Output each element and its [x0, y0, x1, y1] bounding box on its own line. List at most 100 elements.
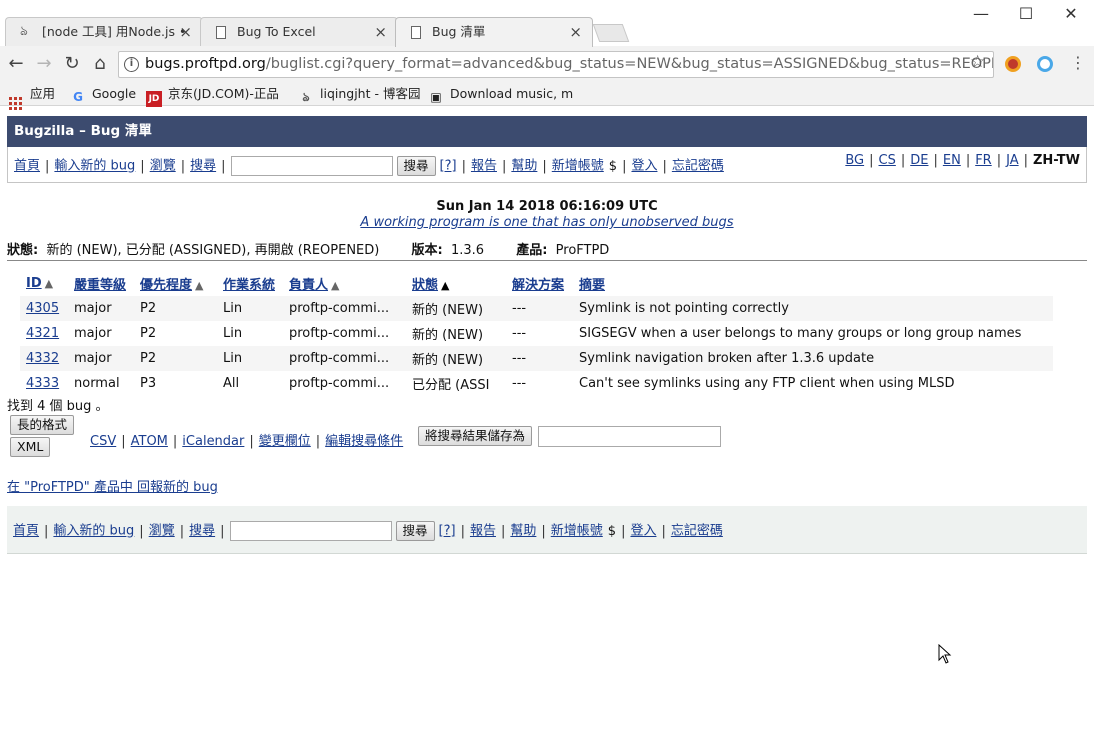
language-selector: BG | CS | DE | EN | FR | JA | ZH-TW — [845, 153, 1080, 168]
xml-button[interactable]: XML — [10, 437, 51, 457]
bug-id-link[interactable]: 4321 — [26, 326, 59, 341]
browser-menu-icon[interactable]: ⋮ — [1070, 54, 1086, 72]
bookmark-apps[interactable]: 应用 — [9, 85, 55, 110]
column-sort-link[interactable]: 解決方案 — [512, 278, 564, 293]
bug-os: Lin — [217, 346, 283, 371]
lang-cs[interactable]: CS — [879, 153, 896, 168]
home-icon[interactable]: ⌂ — [89, 53, 111, 75]
column-sort-link[interactable]: 負責人 — [289, 278, 328, 293]
nav-browse-link[interactable]: 瀏覽 — [149, 524, 175, 539]
browser-tab-node-tools[interactable]: ঌ [node 工具] 用Node.js • × — [5, 17, 203, 46]
nav-search-link[interactable]: 搜尋 — [190, 159, 216, 174]
quicksearch-button[interactable]: 搜尋 — [396, 156, 436, 176]
bug-id-link[interactable]: 4332 — [26, 351, 59, 366]
extension-icon[interactable] — [1005, 56, 1021, 72]
quicksearch-input[interactable] — [229, 521, 392, 541]
bug-assignee: proftp-commi... — [289, 376, 390, 391]
bookmark-star-icon[interactable]: ☆ — [970, 52, 985, 72]
column-sort-link[interactable]: 狀態 — [412, 278, 438, 293]
lang-en[interactable]: EN — [943, 153, 961, 168]
new-tab-button[interactable] — [592, 24, 630, 42]
export-icalendar-link[interactable]: iCalendar — [182, 434, 244, 449]
column-header-priority[interactable]: 優先程度 ▲ — [134, 270, 217, 296]
column-sort-link[interactable]: 優先程度 — [140, 278, 192, 293]
column-sort-link[interactable]: 作業系統 — [223, 278, 275, 293]
url-path: /buglist.cgi?query_format=advanced&bug_s… — [265, 56, 994, 72]
quicksearch-help-link[interactable]: [?] — [440, 159, 457, 174]
nav-help-link[interactable]: 幫助 — [510, 524, 536, 539]
quicksearch-button[interactable]: 搜尋 — [395, 521, 435, 541]
reload-icon[interactable]: ↻ — [61, 53, 83, 75]
extension-ring-icon[interactable] — [1037, 56, 1053, 72]
column-header-resolution[interactable]: 解決方案 — [506, 270, 573, 296]
maximize-icon[interactable]: ☐ — [1003, 4, 1049, 23]
nav-new-bug-link[interactable]: 輸入新的 bug — [54, 159, 135, 174]
close-window-icon[interactable]: ✕ — [1048, 4, 1094, 23]
export-csv-link[interactable]: CSV — [90, 434, 116, 449]
sort-arrow-icon: ▲ — [331, 279, 340, 292]
close-tab-icon[interactable]: × — [374, 18, 387, 46]
nav-new-account-link[interactable]: 新增帳號 — [551, 524, 603, 539]
change-columns-link[interactable]: 變更欄位 — [259, 434, 311, 449]
footer-nav: 首頁 | 輸入新的 bug | 瀏覽 | 搜尋 | 搜尋 [?] | 報告 | 幫助 | 新增帳號 $ | 登入 | 忘… — [7, 506, 1087, 554]
bug-id-link[interactable]: 4333 — [26, 376, 59, 391]
bug-priority: P3 — [134, 371, 217, 396]
nav-login-link[interactable]: 登入 — [630, 524, 656, 539]
column-header-status[interactable]: 狀態 ▲ — [406, 270, 506, 296]
nav-browse-link[interactable]: 瀏覽 — [150, 159, 176, 174]
top-nav: 首頁 | 輸入新的 bug | 瀏覽 | 搜尋 | 搜尋 [?] | 報告 | 幫助 | 新增帳號 $ | 登入 | 忘… — [7, 147, 1087, 183]
info-icon[interactable]: i — [124, 57, 139, 72]
lang-ja[interactable]: JA — [1006, 153, 1019, 168]
edit-search-link[interactable]: 編輯搜尋條件 — [325, 434, 403, 449]
nav-reports-link[interactable]: 報告 — [471, 159, 497, 174]
lang-de[interactable]: DE — [910, 153, 928, 168]
quicksearch-input[interactable] — [230, 156, 393, 176]
nav-new-account-link[interactable]: 新增帳號 — [552, 159, 604, 174]
long-format-button[interactable]: 長的格式 — [10, 415, 75, 435]
close-tab-icon[interactable]: × — [569, 18, 582, 46]
nav-home-link[interactable]: 首頁 — [13, 524, 39, 539]
node-icon: ঌ — [20, 24, 28, 39]
bookmark-music[interactable]: ▣ Download music, m — [428, 85, 573, 105]
forward-icon[interactable]: → — [33, 53, 55, 75]
address-bar[interactable]: i bugs.proftpd.org/buglist.cgi?query_for… — [118, 51, 994, 78]
save-search-name-input[interactable] — [538, 426, 721, 447]
nav-home-link[interactable]: 首頁 — [14, 159, 40, 174]
nav-search-link[interactable]: 搜尋 — [189, 524, 215, 539]
quip-link[interactable]: A working program is one that has only u… — [360, 215, 733, 230]
save-search-button[interactable]: 將搜尋結果儲存為 — [418, 426, 533, 446]
export-atom-link[interactable]: ATOM — [131, 434, 168, 449]
close-tab-icon[interactable]: × — [179, 18, 192, 46]
column-sort-link[interactable]: ID — [26, 276, 42, 291]
column-header-assignee[interactable]: 負責人 ▲ — [283, 270, 406, 296]
lang-bg[interactable]: BG — [845, 153, 864, 168]
tab-title: Bug 清單 — [432, 24, 486, 39]
column-header-severity[interactable]: 嚴重等級 — [68, 270, 134, 296]
column-header-id[interactable]: ID ▲ — [20, 270, 68, 296]
bug-resolution: --- — [506, 321, 573, 346]
nav-help-link[interactable]: 幫助 — [511, 159, 537, 174]
bug-summary: Symlink navigation broken after 1.3.6 up… — [573, 346, 1053, 371]
bug-os: Lin — [217, 321, 283, 346]
column-sort-link[interactable]: 嚴重等級 — [74, 278, 126, 293]
browser-tab-bug-to-excel[interactable]: Bug To Excel × — [200, 17, 398, 46]
lang-fr[interactable]: FR — [975, 153, 992, 168]
nav-new-bug-link[interactable]: 輸入新的 bug — [53, 524, 134, 539]
nav-forgot-password-link[interactable]: 忘記密碼 — [671, 524, 723, 539]
nav-reports-link[interactable]: 報告 — [470, 524, 496, 539]
column-sort-link[interactable]: 摘要 — [579, 278, 605, 293]
bug-id-link[interactable]: 4305 — [26, 301, 59, 316]
nav-forgot-password-link[interactable]: 忘記密碼 — [672, 159, 724, 174]
back-icon[interactable]: ← — [5, 53, 27, 75]
bug-assignee: proftp-commi... — [289, 351, 390, 366]
browser-tab-bug-list[interactable]: Bug 清單 × — [395, 17, 593, 47]
bookmark-cnblogs[interactable]: ঌ liqingjht - 博客园 — [298, 85, 420, 105]
report-new-bug-link[interactable]: 在 "ProFTPD" 產品中 回報新的 bug — [7, 480, 218, 495]
column-header-os[interactable]: 作業系統 — [217, 270, 283, 296]
bookmark-google[interactable]: G Google — [70, 85, 136, 105]
quicksearch-help-link[interactable]: [?] — [439, 524, 456, 539]
bookmark-jd[interactable]: JD 京东(JD.COM)-正品 — [146, 85, 279, 107]
column-header-summary[interactable]: 摘要 — [573, 270, 1053, 296]
minimize-icon[interactable]: — — [958, 4, 1004, 23]
nav-login-link[interactable]: 登入 — [631, 159, 657, 174]
